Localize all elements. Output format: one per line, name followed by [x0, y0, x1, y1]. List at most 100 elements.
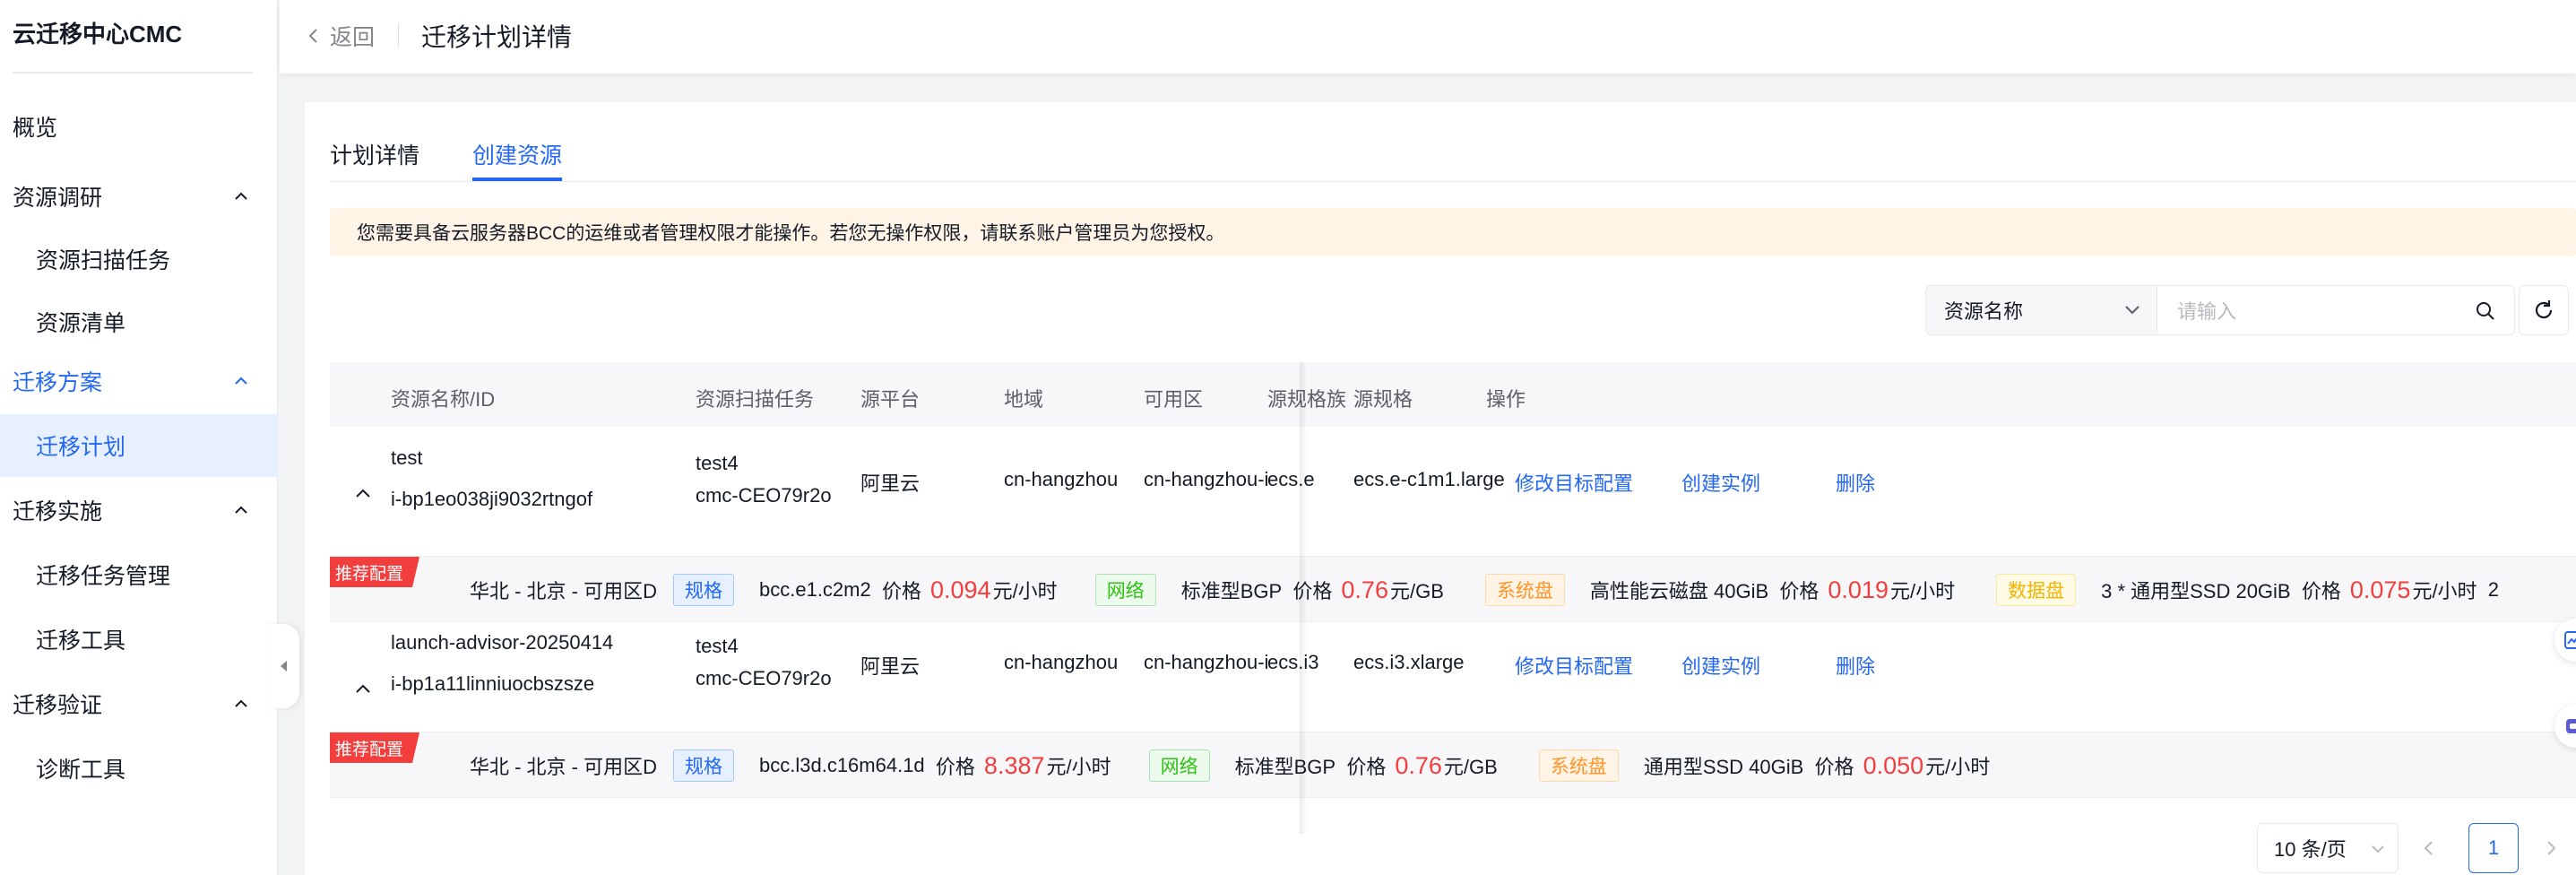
resource-id: i-bp1eo038ji9032rtngof: [391, 488, 593, 510]
refresh-button[interactable]: [2519, 285, 2569, 335]
column-header: 资源名称/ID: [391, 388, 496, 411]
price-unit: 元/小时: [2412, 580, 2477, 602]
region: cn-hangzhou: [1004, 651, 1119, 673]
scan-task-name: test4: [696, 452, 739, 474]
search-placeholder: 请输入: [2177, 300, 2237, 323]
back-button[interactable]: 返回: [307, 20, 375, 52]
page-header: 返回 迁移计划详情: [280, 0, 2576, 74]
sidebar-item-migration-tools[interactable]: 迁移工具: [0, 608, 278, 671]
chevron-up-icon: [235, 699, 247, 707]
divider: [13, 72, 253, 74]
overflow-text: 2: [2487, 578, 2500, 601]
page-size-select[interactable]: 10 条/页: [2257, 823, 2399, 873]
sidebar-item-label: 概览: [13, 116, 58, 141]
sidebar-item-migration-plans[interactable]: 迁移计划: [0, 414, 278, 477]
page-number-button[interactable]: 1: [2468, 823, 2519, 873]
spec-price: 8.387: [983, 751, 1045, 779]
spec-family: ecs.i3: [1267, 651, 1319, 673]
scan-task-id: cmc-CEO79r2o: [696, 667, 832, 689]
scan-task-name: test4: [696, 635, 739, 657]
chevron-right-icon[interactable]: [2544, 839, 2558, 857]
refresh-icon: [2535, 300, 2553, 319]
sidebar-item-diagnostic-tools[interactable]: 诊断工具: [0, 737, 278, 800]
network-price: 0.76: [1341, 576, 1388, 603]
search-icon[interactable]: [2475, 300, 2496, 322]
price-unit: 元/小时: [1046, 756, 1111, 778]
sidebar-item-overview[interactable]: 概览: [0, 95, 278, 158]
sidebar-item-scan-tasks[interactable]: 资源扫描任务: [0, 228, 278, 290]
chevron-up-icon: [235, 377, 247, 385]
column-header: 地域: [1004, 388, 1044, 411]
target-location: 华北 - 北京 - 可用区D: [470, 580, 657, 602]
price-label: 价格: [1292, 580, 1333, 602]
search-input[interactable]: 请输入: [2157, 285, 2515, 335]
price-label: 价格: [2301, 580, 2341, 602]
spec-tag: 规格: [673, 749, 734, 782]
chevron-up-icon[interactable]: [355, 488, 371, 498]
resource-name: launch-advisor-20250414: [391, 631, 614, 654]
table-row: test i-bp1eo038ji9032rtngof test4 cmc-CE…: [330, 427, 2576, 557]
delete-link[interactable]: 删除: [1836, 651, 1875, 680]
data-disk-tag: 数据盘: [1996, 574, 2077, 606]
alert-text: 您需要具备云服务器BCC的运维或者管理权限才能操作。若您无操作权限，请联系账户管…: [357, 223, 1225, 244]
collapse-sidebar-icon: [281, 661, 287, 671]
create-instance-link[interactable]: 创建实例: [1681, 651, 1760, 680]
recommended-config-details: 华北 - 北京 - 可用区D 规格 bcc.e1.c2m2 价格 0.094 元/小…: [470, 557, 2499, 623]
price-unit: 元/GB: [1443, 756, 1498, 778]
sidebar-group-resource-survey[interactable]: 资源调研: [0, 165, 278, 228]
spec-family: ecs.e: [1267, 468, 1315, 490]
column-header: 源规格: [1353, 388, 1413, 411]
divider: [398, 23, 399, 47]
price-label: 价格: [1346, 756, 1387, 778]
sidebar-group-migration-execution[interactable]: 迁移实施: [0, 479, 278, 541]
recommended-badge: 推荐配置: [330, 732, 420, 763]
system-disk-price: 0.019: [1828, 576, 1889, 603]
main-card: 计划详情 创建资源 您需要具备云服务器BCC的运维或者管理权限才能操作。若您无操…: [305, 102, 2576, 875]
recommended-config-details: 华北 - 北京 - 可用区D 规格 bcc.l3d.c16m64.1d 价格 8.…: [470, 732, 1990, 799]
zone: cn-hangzhou-i: [1144, 651, 1269, 673]
search-filter: 资源名称 请输入: [1925, 285, 2576, 335]
network-tag: 网络: [1148, 749, 1210, 782]
chevron-up-icon[interactable]: [355, 683, 371, 694]
sidebar-item-label: 迁移方案: [13, 370, 103, 395]
search-field-select[interactable]: 资源名称: [1925, 285, 2157, 335]
page-title: 迁移计划详情: [421, 23, 573, 51]
price-unit: 元/小时: [1889, 580, 1956, 602]
price-label: 价格: [935, 756, 975, 778]
data-disk: 3 * 通用型SSD 20GiB: [2101, 580, 2291, 602]
network-tag: 网络: [1094, 574, 1156, 606]
page-size-value: 10 条/页: [2274, 838, 2347, 861]
modify-target-config-link[interactable]: 修改目标配置: [1515, 468, 1633, 497]
tab-plan-details[interactable]: 计划详情: [330, 138, 419, 170]
delete-link[interactable]: 删除: [1836, 468, 1875, 497]
tab-create-resources[interactable]: 创建资源: [472, 138, 562, 170]
recommended-config: 推荐配置 华北 - 北京 - 可用区D 规格 bcc.e1.c2m2 价格 0.0…: [330, 556, 2576, 622]
scan-task-id: cmc-CEO79r2o: [696, 484, 832, 507]
modify-target-config-link[interactable]: 修改目标配置: [1515, 651, 1633, 680]
target-spec: bcc.l3d.c16m64.1d: [759, 754, 925, 776]
sidebar-item-label: 诊断工具: [36, 758, 126, 783]
sidebar-group-migration-verification[interactable]: 迁移验证: [0, 672, 278, 735]
source-platform: 阿里云: [860, 472, 921, 495]
resource-name: test: [391, 446, 423, 469]
spec: ecs.i3.xlarge: [1353, 651, 1465, 673]
sidebar-item-resource-list[interactable]: 资源清单: [0, 290, 278, 353]
sidebar-group-migration-plan[interactable]: 迁移方案: [0, 350, 278, 412]
chevron-up-icon: [235, 192, 247, 200]
chevron-left-icon[interactable]: [2422, 839, 2436, 857]
chevron-down-icon: [2372, 845, 2384, 853]
sidebar-item-migration-tasks[interactable]: 迁移任务管理: [0, 543, 278, 606]
spec: ecs.e-c1m1.large: [1353, 468, 1505, 490]
chart-icon: [2564, 631, 2576, 649]
spec-tag: 规格: [673, 574, 734, 606]
collapse-sidebar-button[interactable]: [267, 624, 299, 708]
price-unit: 元/小时: [992, 580, 1058, 602]
resource-id: i-bp1a11linniuocbszsze: [391, 672, 595, 695]
data-disk-price: 0.075: [2349, 576, 2411, 603]
price-unit: 元/GB: [1389, 580, 1444, 602]
create-instance-link[interactable]: 创建实例: [1681, 468, 1760, 497]
column-header: 资源扫描任务: [696, 388, 815, 411]
system-disk: 通用型SSD 40GiB: [1643, 756, 1804, 778]
column-header: 可用区: [1144, 388, 1204, 411]
recommended-badge: 推荐配置: [330, 557, 420, 587]
